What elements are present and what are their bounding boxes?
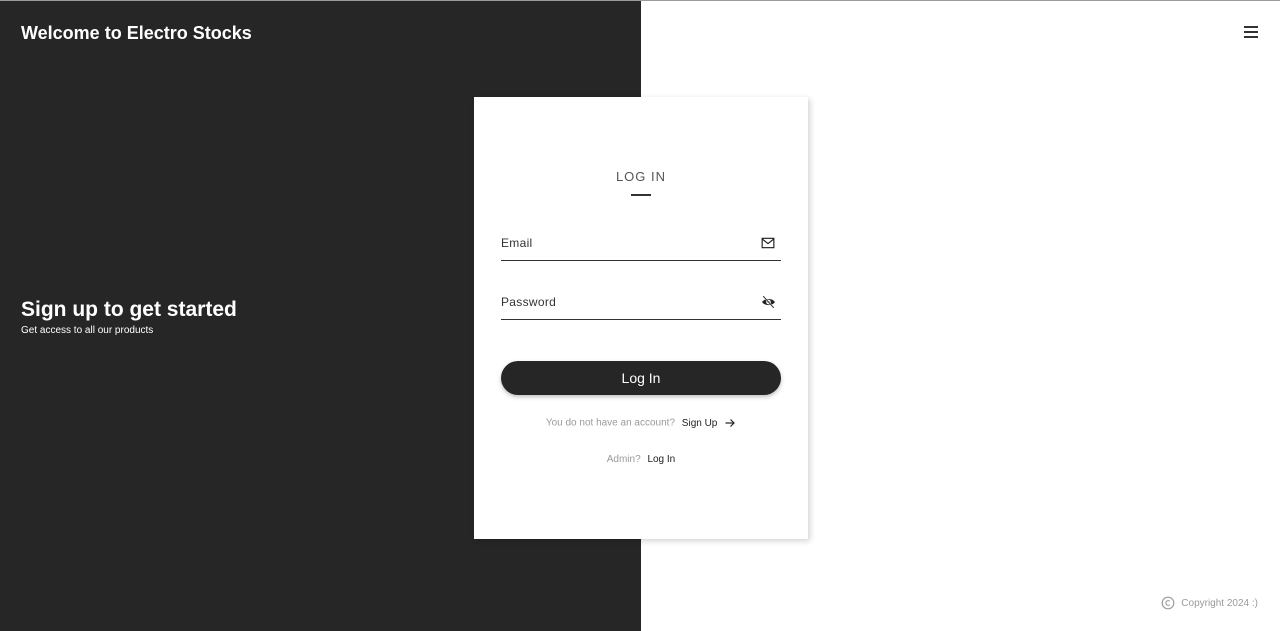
arrow-right-icon[interactable]	[724, 417, 736, 429]
login-button[interactable]: Log In	[501, 361, 781, 395]
hero-title: Sign up to get started	[21, 298, 237, 321]
login-title: LOG IN	[615, 169, 667, 184]
login-card: LOG IN Log In You do not have an account…	[474, 97, 808, 539]
password-field-container	[501, 290, 781, 320]
hero-subtitle: Get access to all our products	[21, 325, 154, 336]
copyright-icon	[1161, 596, 1175, 610]
mail-icon	[761, 236, 775, 250]
hamburger-menu-icon[interactable]	[1243, 25, 1259, 39]
email-field-container	[501, 231, 781, 261]
admin-text: Admin?	[606, 454, 641, 465]
signup-row: You do not have an account? Sign Up	[474, 417, 808, 429]
site-title: Welcome to Electro Stocks	[21, 23, 252, 43]
signup-link[interactable]: Sign Up	[682, 418, 718, 429]
password-input[interactable]	[501, 290, 751, 314]
admin-login-link[interactable]: Log In	[647, 454, 675, 465]
admin-row: Admin? Log In	[474, 454, 808, 465]
no-account-text: You do not have an account?	[545, 417, 676, 429]
eye-off-icon[interactable]	[761, 295, 775, 309]
email-input[interactable]	[501, 231, 751, 255]
copyright-text: Copyright 2024 :)	[1181, 597, 1258, 609]
title-underline	[631, 194, 651, 196]
page: Welcome to Electro Stocks Sign up to get…	[0, 0, 1280, 631]
footer: Copyright 2024 :)	[1161, 596, 1258, 610]
